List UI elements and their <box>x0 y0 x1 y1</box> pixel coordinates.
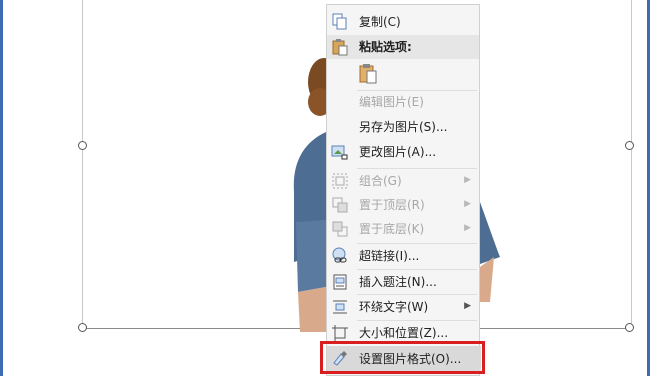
caption-icon <box>333 274 347 290</box>
menu-label-copy: 复制(C) <box>359 15 401 29</box>
submenu-arrow-icon: ▶ <box>464 301 471 311</box>
send-back-icon <box>332 221 348 237</box>
menu-label-edit-picture: 编辑图片(E) <box>359 95 424 109</box>
menu-label-insert-caption: 插入题注(N)... <box>359 275 437 289</box>
context-menu: 复制(C) 粘贴选项: 编辑图片(E) 另存为图片(S)... 更改图片(A).… <box>326 4 481 376</box>
menu-item-hyperlink[interactable]: 超链接(I)... <box>327 244 481 268</box>
menu-item-bring-to-front[interactable]: 置于顶层(R) ▶ <box>327 193 481 217</box>
resize-handle-right[interactable] <box>625 141 634 150</box>
menu-label-group: 组合(G) <box>359 174 402 188</box>
menu-item-edit-picture[interactable]: 编辑图片(E) <box>327 90 481 114</box>
copy-icon <box>332 13 347 30</box>
paste-keep-formatting-icon[interactable] <box>357 62 379 84</box>
menu-item-save-as-picture[interactable]: 另存为图片(S)... <box>327 115 481 139</box>
paste-icon <box>332 39 348 56</box>
menu-item-copy[interactable]: 复制(C) <box>327 10 481 34</box>
window-frame-left <box>0 0 3 376</box>
menu-label-send-to-back: 置于底层(K) <box>359 222 425 236</box>
menu-item-insert-caption[interactable]: 插入题注(N)... <box>327 270 481 294</box>
highlight-box <box>320 341 485 374</box>
menu-item-change-picture[interactable]: 更改图片(A)... <box>327 140 481 164</box>
paste-options-header: 粘贴选项: <box>327 35 479 59</box>
paste-options-label: 粘贴选项: <box>359 40 412 54</box>
menu-item-group[interactable]: 组合(G) ▶ <box>327 169 481 193</box>
size-position-icon <box>332 325 348 341</box>
menu-label-bring-to-front: 置于顶层(R) <box>359 198 425 212</box>
change-picture-icon <box>331 145 348 160</box>
submenu-arrow-icon: ▶ <box>464 223 471 233</box>
group-icon <box>332 173 348 189</box>
hyperlink-icon <box>332 247 347 263</box>
menu-label-wrap-text: 环绕文字(W) <box>359 300 429 314</box>
submenu-arrow-icon: ▶ <box>464 199 471 209</box>
menu-item-wrap-text[interactable]: 环绕文字(W) ▶ <box>327 295 481 319</box>
resize-handle-left[interactable] <box>78 141 87 150</box>
bring-front-icon <box>332 197 348 213</box>
menu-label-hyperlink: 超链接(I)... <box>359 249 420 263</box>
menu-item-send-to-back[interactable]: 置于底层(K) ▶ <box>327 217 481 241</box>
menu-label-change-picture: 更改图片(A)... <box>359 145 437 159</box>
wrap-text-icon <box>333 300 347 314</box>
menu-label-save-as-picture: 另存为图片(S)... <box>359 120 448 134</box>
submenu-arrow-icon: ▶ <box>464 175 471 185</box>
resize-handle-bottom-left[interactable] <box>78 323 87 332</box>
resize-handle-bottom-right[interactable] <box>625 323 634 332</box>
